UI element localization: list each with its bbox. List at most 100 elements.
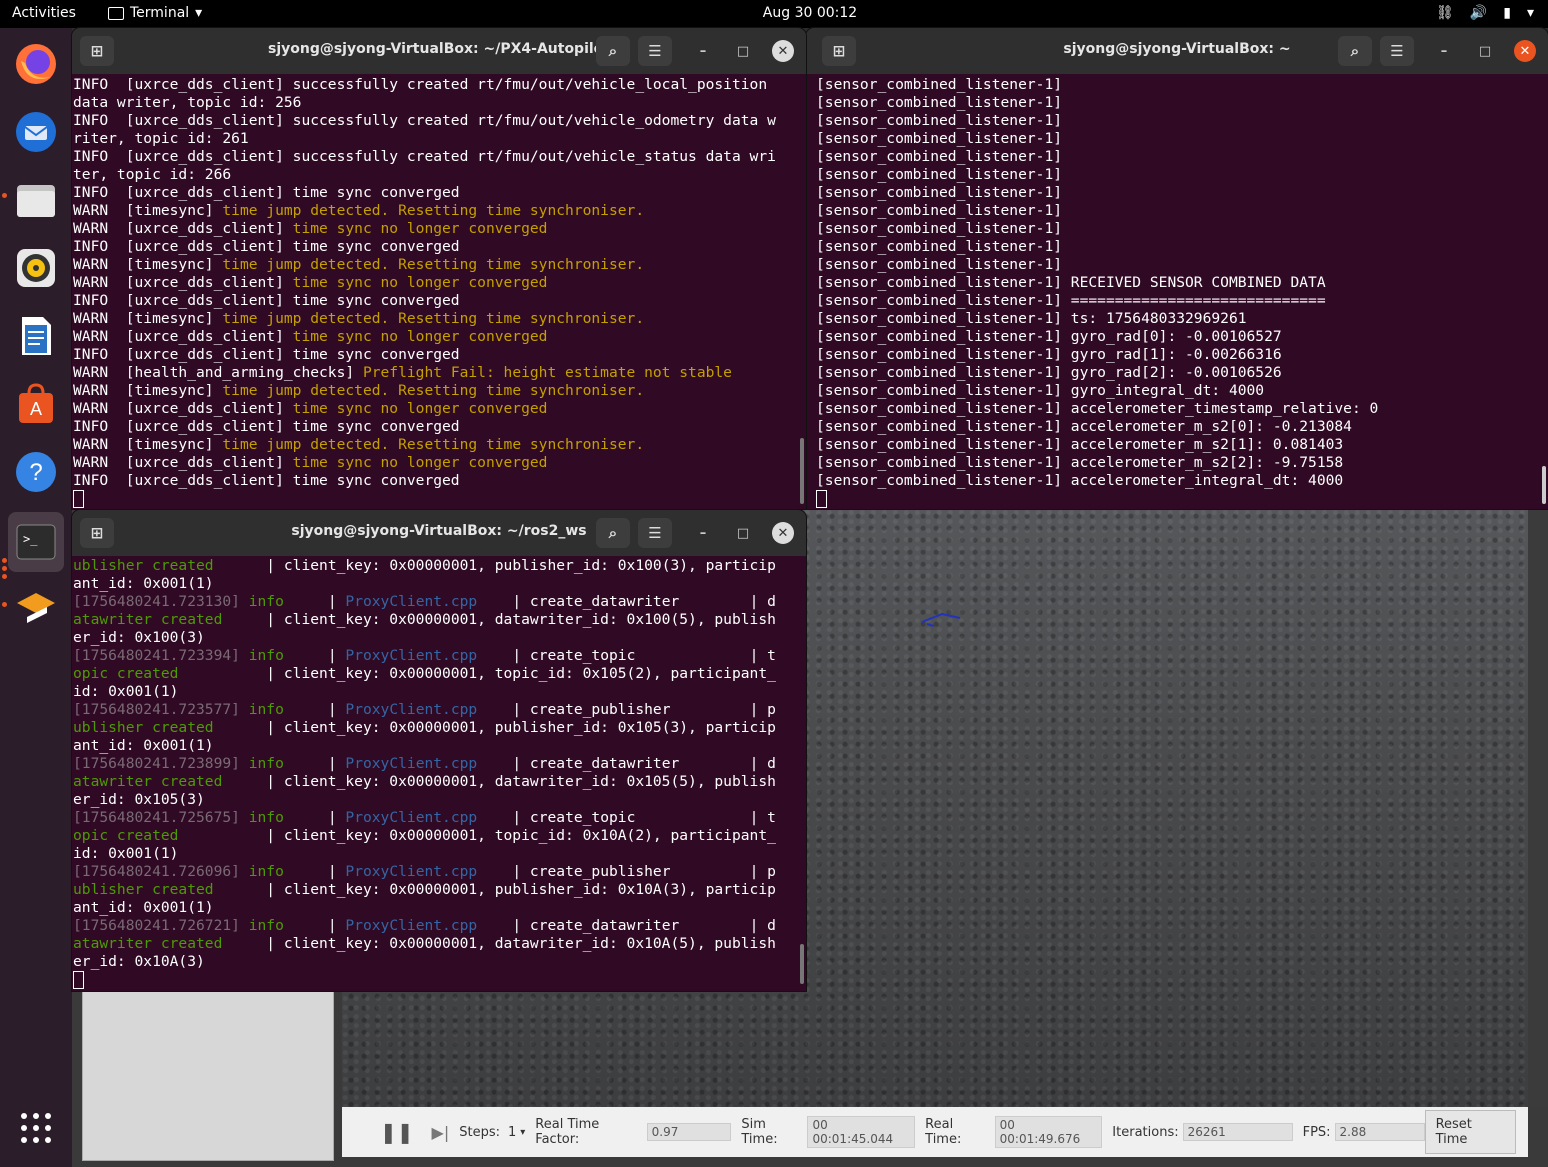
maximize-icon[interactable]: □ <box>732 40 754 62</box>
log-line: er_id: 0x100(3) <box>73 629 806 647</box>
log-segment: | <box>283 809 346 826</box>
log-line: ant_id: 0x001(1) <box>73 737 806 755</box>
close-icon[interactable]: ✕ <box>772 40 794 62</box>
scrollbar[interactable] <box>800 438 804 504</box>
log-segment: ublisher created <box>73 719 214 736</box>
maximize-icon[interactable]: □ <box>732 522 754 544</box>
sim-time-label: Sim Time: <box>741 1117 778 1147</box>
gazebo-right-panel <box>1528 509 1548 1107</box>
terminal-icon[interactable]: >_ <box>8 512 64 572</box>
rhythmbox-icon[interactable] <box>8 240 64 296</box>
terminal-window-home[interactable]: ⊞ sjyong@sjyong-VirtualBox: ~ ⌕ ☰ – □ ✕ … <box>806 28 1548 509</box>
terminal-output[interactable]: ublisher created | client_key: 0x0000000… <box>72 556 806 989</box>
log-prefix: [sensor_combined_listener-1] <box>816 472 1063 489</box>
qgroundcontrol-icon[interactable] <box>8 580 64 636</box>
search-icon[interactable]: ⌕ <box>1338 36 1372 66</box>
terminal-output[interactable]: [sensor_combined_listener-1] [sensor_comb… <box>806 74 1548 508</box>
log-line: [sensor_combined_listener-1] <box>816 256 1548 274</box>
log-prefix: WARN [uxrce_dds_client] <box>73 220 293 237</box>
log-line: [1756480241.723130] info | ProxyClient.c… <box>73 593 806 611</box>
log-line: [sensor_combined_listener-1] RECEIVED SE… <box>816 274 1548 292</box>
log-text: time sync no longer converged <box>292 400 548 417</box>
writer-icon[interactable] <box>8 308 64 364</box>
close-icon[interactable]: ✕ <box>1514 40 1536 62</box>
log-line: WARN [uxrce_dds_client] time sync no lon… <box>73 400 806 418</box>
log-prefix: WARN [timesync] <box>73 436 223 453</box>
menu-icon[interactable]: ☰ <box>638 36 672 66</box>
log-segment: ProxyClient.cpp <box>345 701 478 718</box>
log-line: [1756480241.723899] info | ProxyClient.c… <box>73 755 806 773</box>
log-line: ublisher created | client_key: 0x0000000… <box>73 557 806 575</box>
log-line: INFO [uxrce_dds_client] time sync conver… <box>73 472 806 490</box>
pause-icon[interactable]: ❚❚ <box>380 1120 414 1144</box>
log-line: opic created | client_key: 0x00000001, t… <box>73 827 806 845</box>
log-line: ublisher created | client_key: 0x0000000… <box>73 881 806 899</box>
log-text: time sync no longer converged <box>292 220 548 237</box>
chevron-down-icon[interactable]: ▾ <box>520 1127 525 1138</box>
log-line: [sensor_combined_listener-1] gyro_rad[0]… <box>816 328 1548 346</box>
menu-icon[interactable]: ☰ <box>1380 36 1414 66</box>
log-line: WARN [health_and_arming_checks] Prefligh… <box>73 364 806 382</box>
log-text: accelerometer_m_s2[0]: -0.213084 <box>1062 418 1352 435</box>
reset-time-button[interactable]: Reset Time <box>1424 1110 1516 1154</box>
terminal-window-px4[interactable]: ⊞ sjyong@sjyong-VirtualBox: ~/PX4-Autopi… <box>72 28 806 509</box>
log-text: ============================= <box>1062 292 1326 309</box>
log-prefix: [sensor_combined_listener-1] <box>816 202 1063 219</box>
files-icon[interactable] <box>8 172 64 228</box>
log-segment: ProxyClient.cpp <box>345 647 478 664</box>
search-icon[interactable]: ⌕ <box>596 36 630 66</box>
software-icon[interactable]: A <box>8 376 64 432</box>
scrollbar[interactable] <box>1542 466 1546 504</box>
help-icon[interactable]: ? <box>8 444 64 500</box>
log-line: [sensor_combined_listener-1] acceleromet… <box>816 454 1548 472</box>
log-segment: info <box>248 701 284 718</box>
log-prefix: [sensor_combined_listener-1] <box>816 346 1063 363</box>
minimize-icon[interactable]: – <box>692 40 714 62</box>
log-line: id: 0x001(1) <box>73 683 806 701</box>
log-text: ter, topic id: 266 <box>73 166 232 183</box>
volume-icon: 🔊 <box>1469 5 1488 21</box>
minimize-icon[interactable]: – <box>1433 40 1455 62</box>
thunderbird-icon[interactable] <box>8 104 64 160</box>
log-segment: atawriter created <box>73 935 223 952</box>
log-text: INFO [uxrce_dds_client] successfully cre… <box>73 76 768 93</box>
log-segment: ant_id: 0x001(1) <box>73 575 214 592</box>
show-apps-icon[interactable] <box>8 1100 64 1156</box>
steps-value[interactable]: 1 <box>508 1125 516 1140</box>
log-prefix: [sensor_combined_listener-1] <box>816 94 1063 111</box>
firefox-icon[interactable] <box>8 36 64 92</box>
menu-icon[interactable]: ☰ <box>638 518 672 548</box>
clock[interactable]: Aug 30 00:12 <box>0 5 1548 21</box>
log-line: INFO [uxrce_dds_client] time sync conver… <box>73 184 806 202</box>
search-icon[interactable]: ⌕ <box>596 518 630 548</box>
minimize-icon[interactable]: – <box>692 522 714 544</box>
log-segment: [1756480241.726096] <box>73 863 249 880</box>
log-segment: info <box>248 809 284 826</box>
log-line: WARN [uxrce_dds_client] time sync no lon… <box>73 274 806 292</box>
terminal-output[interactable]: INFO [uxrce_dds_client] successfully cre… <box>72 74 806 508</box>
log-line: ter, topic id: 266 <box>73 166 806 184</box>
log-prefix: [sensor_combined_listener-1] <box>816 400 1063 417</box>
log-line: INFO [uxrce_dds_client] time sync conver… <box>73 346 806 364</box>
scrollbar[interactable] <box>800 944 804 984</box>
maximize-icon[interactable]: □ <box>1474 40 1496 62</box>
log-text: time sync no longer converged <box>292 454 548 471</box>
log-prefix: [sensor_combined_listener-1] <box>816 256 1063 273</box>
step-icon[interactable]: ▶| <box>432 1123 450 1142</box>
log-line: [sensor_combined_listener-1] <box>816 130 1548 148</box>
log-text: time jump detected. Resetting time synch… <box>222 202 645 219</box>
log-text: accelerometer_timestamp_relative: 0 <box>1062 400 1379 417</box>
system-tray[interactable]: ⛓ 🔊 ▮ ▾ <box>1436 5 1534 21</box>
fps-label: FPS: <box>1302 1124 1331 1140</box>
log-segment: | create_publisher | p <box>477 863 776 880</box>
log-text: INFO [uxrce_dds_client] time sync conver… <box>73 292 460 309</box>
log-segment: | <box>283 593 346 610</box>
log-line: data writer, topic id: 256 <box>73 94 806 112</box>
log-line: [1756480241.723394] info | ProxyClient.c… <box>73 647 806 665</box>
network-icon: ⛓ <box>1436 5 1454 21</box>
gazebo-status-bar: ❚❚ ▶| Steps: 1 ▾ Real Time Factor: 0.97 Si… <box>342 1107 1528 1157</box>
log-line: [sensor_combined_listener-1] <box>816 148 1548 166</box>
terminal-window-ros2[interactable]: ⊞ sjyong@sjyong-VirtualBox: ~/ros2_ws ⌕ … <box>72 510 806 991</box>
log-line: atawriter created | client_key: 0x000000… <box>73 773 806 791</box>
close-icon[interactable]: ✕ <box>772 522 794 544</box>
